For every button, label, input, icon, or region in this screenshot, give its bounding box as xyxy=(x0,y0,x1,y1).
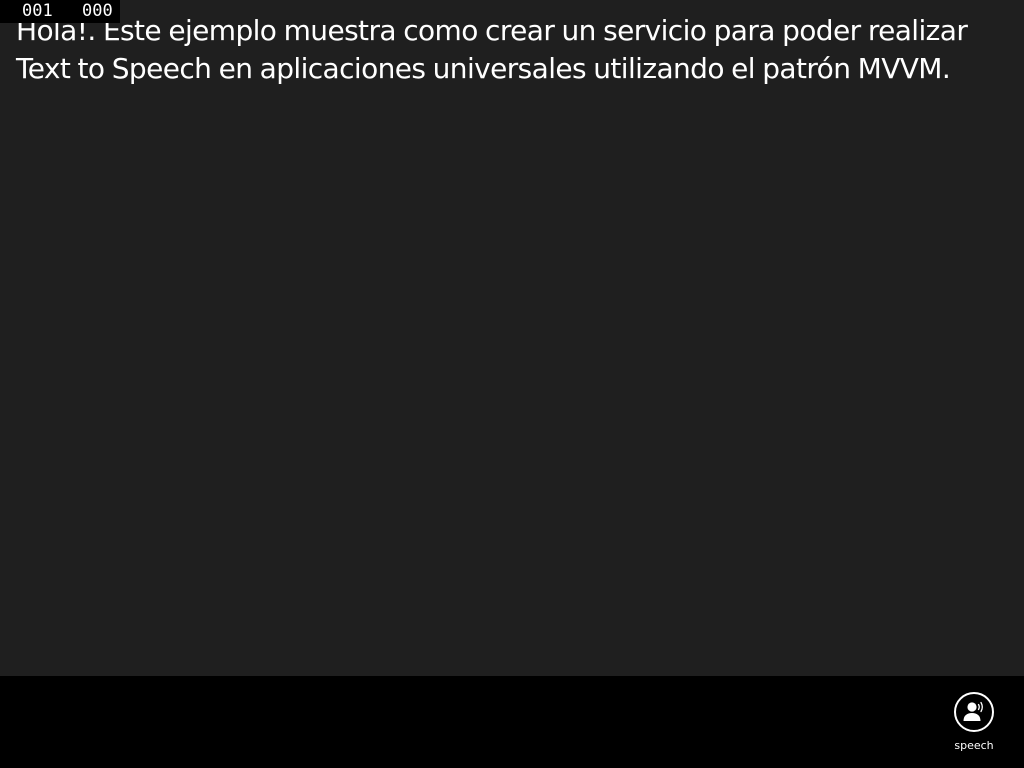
frame-counter-right: 000 xyxy=(82,1,113,21)
speech-button-label: speech xyxy=(954,739,994,752)
speech-button[interactable]: speech xyxy=(944,690,1004,756)
bottom-app-bar: speech xyxy=(0,676,1024,768)
content-area: Hola!. Este ejemplo muestra como crear u… xyxy=(16,12,1012,88)
frame-rate-counter: 001 000 xyxy=(0,0,120,23)
speech-button-circle xyxy=(954,692,994,732)
app-page: 001 000 Hola!. Este ejemplo muestra como… xyxy=(0,0,1024,768)
description-text: Hola!. Este ejemplo muestra como crear u… xyxy=(16,14,968,85)
frame-counter-left: 001 xyxy=(22,1,53,21)
speech-icon xyxy=(963,701,983,721)
